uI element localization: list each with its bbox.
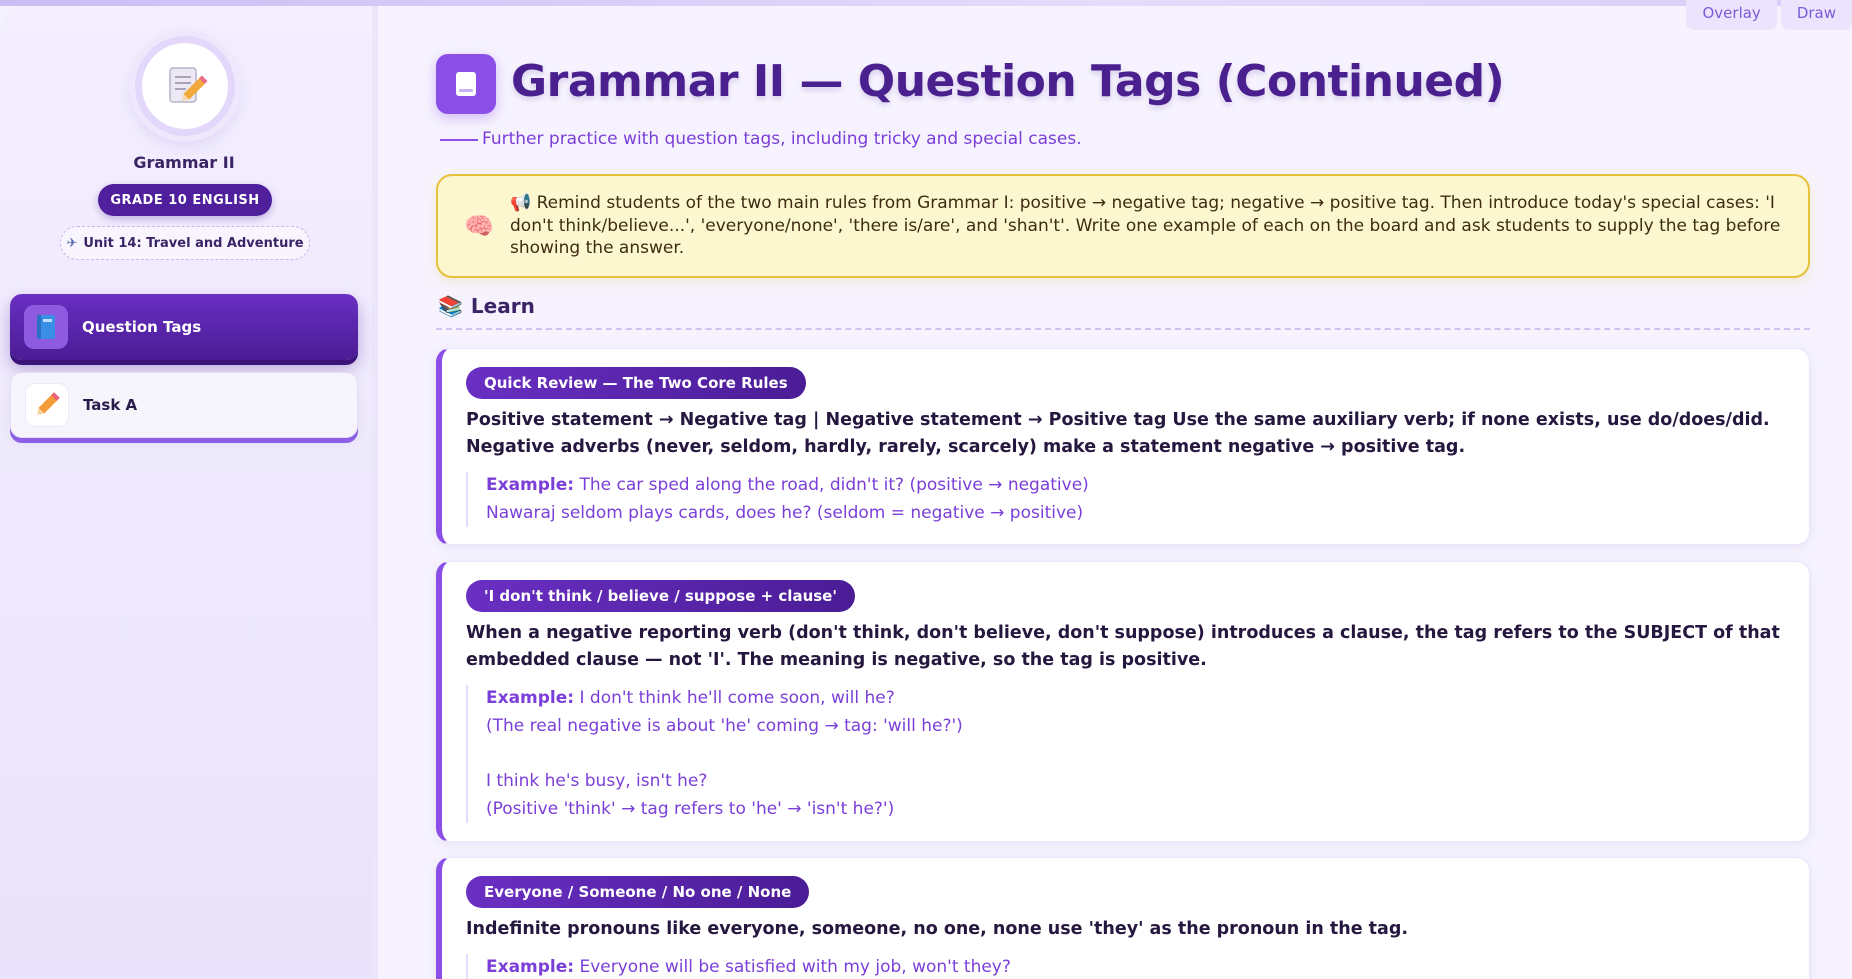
brain-icon: 🧠 — [464, 212, 494, 240]
section-label: Learn — [470, 294, 535, 318]
main-content: Grammar II — Question Tags (Continued) F… — [436, 0, 1812, 979]
page-title-icon — [436, 54, 496, 114]
example-line: Everyone will be satisfied with my job, … — [579, 957, 1011, 977]
unit-label: Unit 14: Travel and Adventure — [83, 235, 304, 251]
subtitle-rule — [440, 139, 478, 141]
example-line: I think he's busy, isn't he? — [486, 771, 708, 791]
card-example: Example: Everyone will be satisfied with… — [466, 954, 1011, 979]
sidebar-item-task-a[interactable]: Task A — [10, 372, 358, 438]
page-subtitle: Further practice with question tags, inc… — [482, 129, 1082, 149]
blue-book-icon — [24, 305, 68, 349]
notice-text: 📢 Remind students of the two main rules … — [510, 192, 1790, 260]
sidebar-item-label: Task A — [83, 396, 138, 414]
notice-body: Remind students of the two main rules fr… — [510, 193, 1781, 258]
airplane-icon: ✈ — [66, 235, 78, 251]
example-line: Nawaraj seldom plays cards, does he? (se… — [486, 502, 1084, 523]
pencil-icon — [25, 383, 69, 427]
example-line: I don't think he'll come soon, will he? — [579, 688, 895, 708]
unit-pill: ✈ Unit 14: Travel and Adventure — [60, 226, 310, 260]
lesson-logo — [135, 36, 235, 136]
sidebar-title: Grammar II — [133, 153, 235, 172]
learn-card: 'I don't think / believe / suppose + cla… — [436, 561, 1810, 842]
example-label: Example: — [486, 688, 575, 708]
megaphone-icon: 📢 — [510, 193, 532, 213]
example-label: Example: — [486, 957, 575, 977]
card-body: Indefinite pronouns like everyone, someo… — [466, 919, 1409, 939]
books-icon: 📚 — [438, 294, 463, 318]
card-example: Example: I don't think he'll come soon, … — [466, 685, 963, 823]
example-label: Example: — [486, 475, 575, 495]
example-line: The car sped along the road, didn't it? … — [579, 475, 1089, 495]
card-pill: 'I don't think / believe / suppose + cla… — [466, 580, 855, 612]
section-divider — [436, 328, 1810, 330]
memo-pencil-icon — [169, 67, 208, 103]
learn-card: Quick Review — The Two Core Rules Positi… — [436, 348, 1810, 545]
card-body: Positive statement → Negative tag | Nega… — [466, 410, 1770, 457]
grade-badge: GRADE 10 ENGLISH — [98, 184, 272, 216]
sidebar-item-label: Question Tags — [82, 318, 202, 336]
example-line: (Positive 'think' → tag refers to 'he' →… — [486, 798, 895, 819]
page-title: Grammar II — Question Tags (Continued) — [511, 56, 1505, 107]
card-pill: Quick Review — The Two Core Rules — [466, 367, 806, 399]
card-example: Example: The car sped along the road, di… — [466, 472, 1089, 527]
card-pill: Everyone / Someone / No one / None — [466, 876, 810, 908]
example-line: (The real negative is about 'he' coming … — [486, 715, 963, 736]
section-heading: 📚 Learn — [438, 294, 535, 318]
teacher-notice: 🧠 📢 Remind students of the two main rule… — [436, 174, 1810, 278]
book-icon — [456, 72, 476, 96]
sidebar: Grammar II GRADE 10 ENGLISH ✈ Unit 14: T… — [0, 6, 378, 979]
sidebar-item-question-tags[interactable]: Question Tags — [10, 294, 358, 360]
card-body: When a negative reporting verb (don't th… — [466, 623, 1780, 670]
learn-card: Everyone / Someone / No one / None Indef… — [436, 857, 1810, 979]
